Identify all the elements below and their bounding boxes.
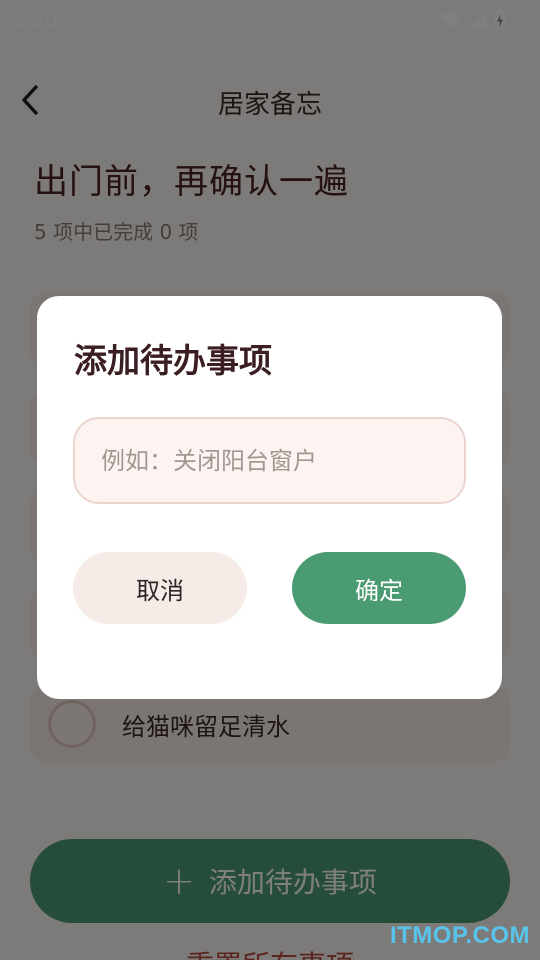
dialog-title: 添加待办事项 <box>74 341 272 380</box>
app-screen: 5:20 居家备忘 出门前，再确认一遍 5 项中已完成 0 项 <box>0 0 540 960</box>
task-name-input[interactable] <box>73 417 466 504</box>
confirm-button[interactable]: 确定 <box>292 552 466 624</box>
cancel-button[interactable]: 取消 <box>73 552 247 624</box>
add-task-dialog: 添加待办事项 取消 确定 <box>37 296 502 699</box>
watermark: ITMOP.COM <box>389 922 530 949</box>
